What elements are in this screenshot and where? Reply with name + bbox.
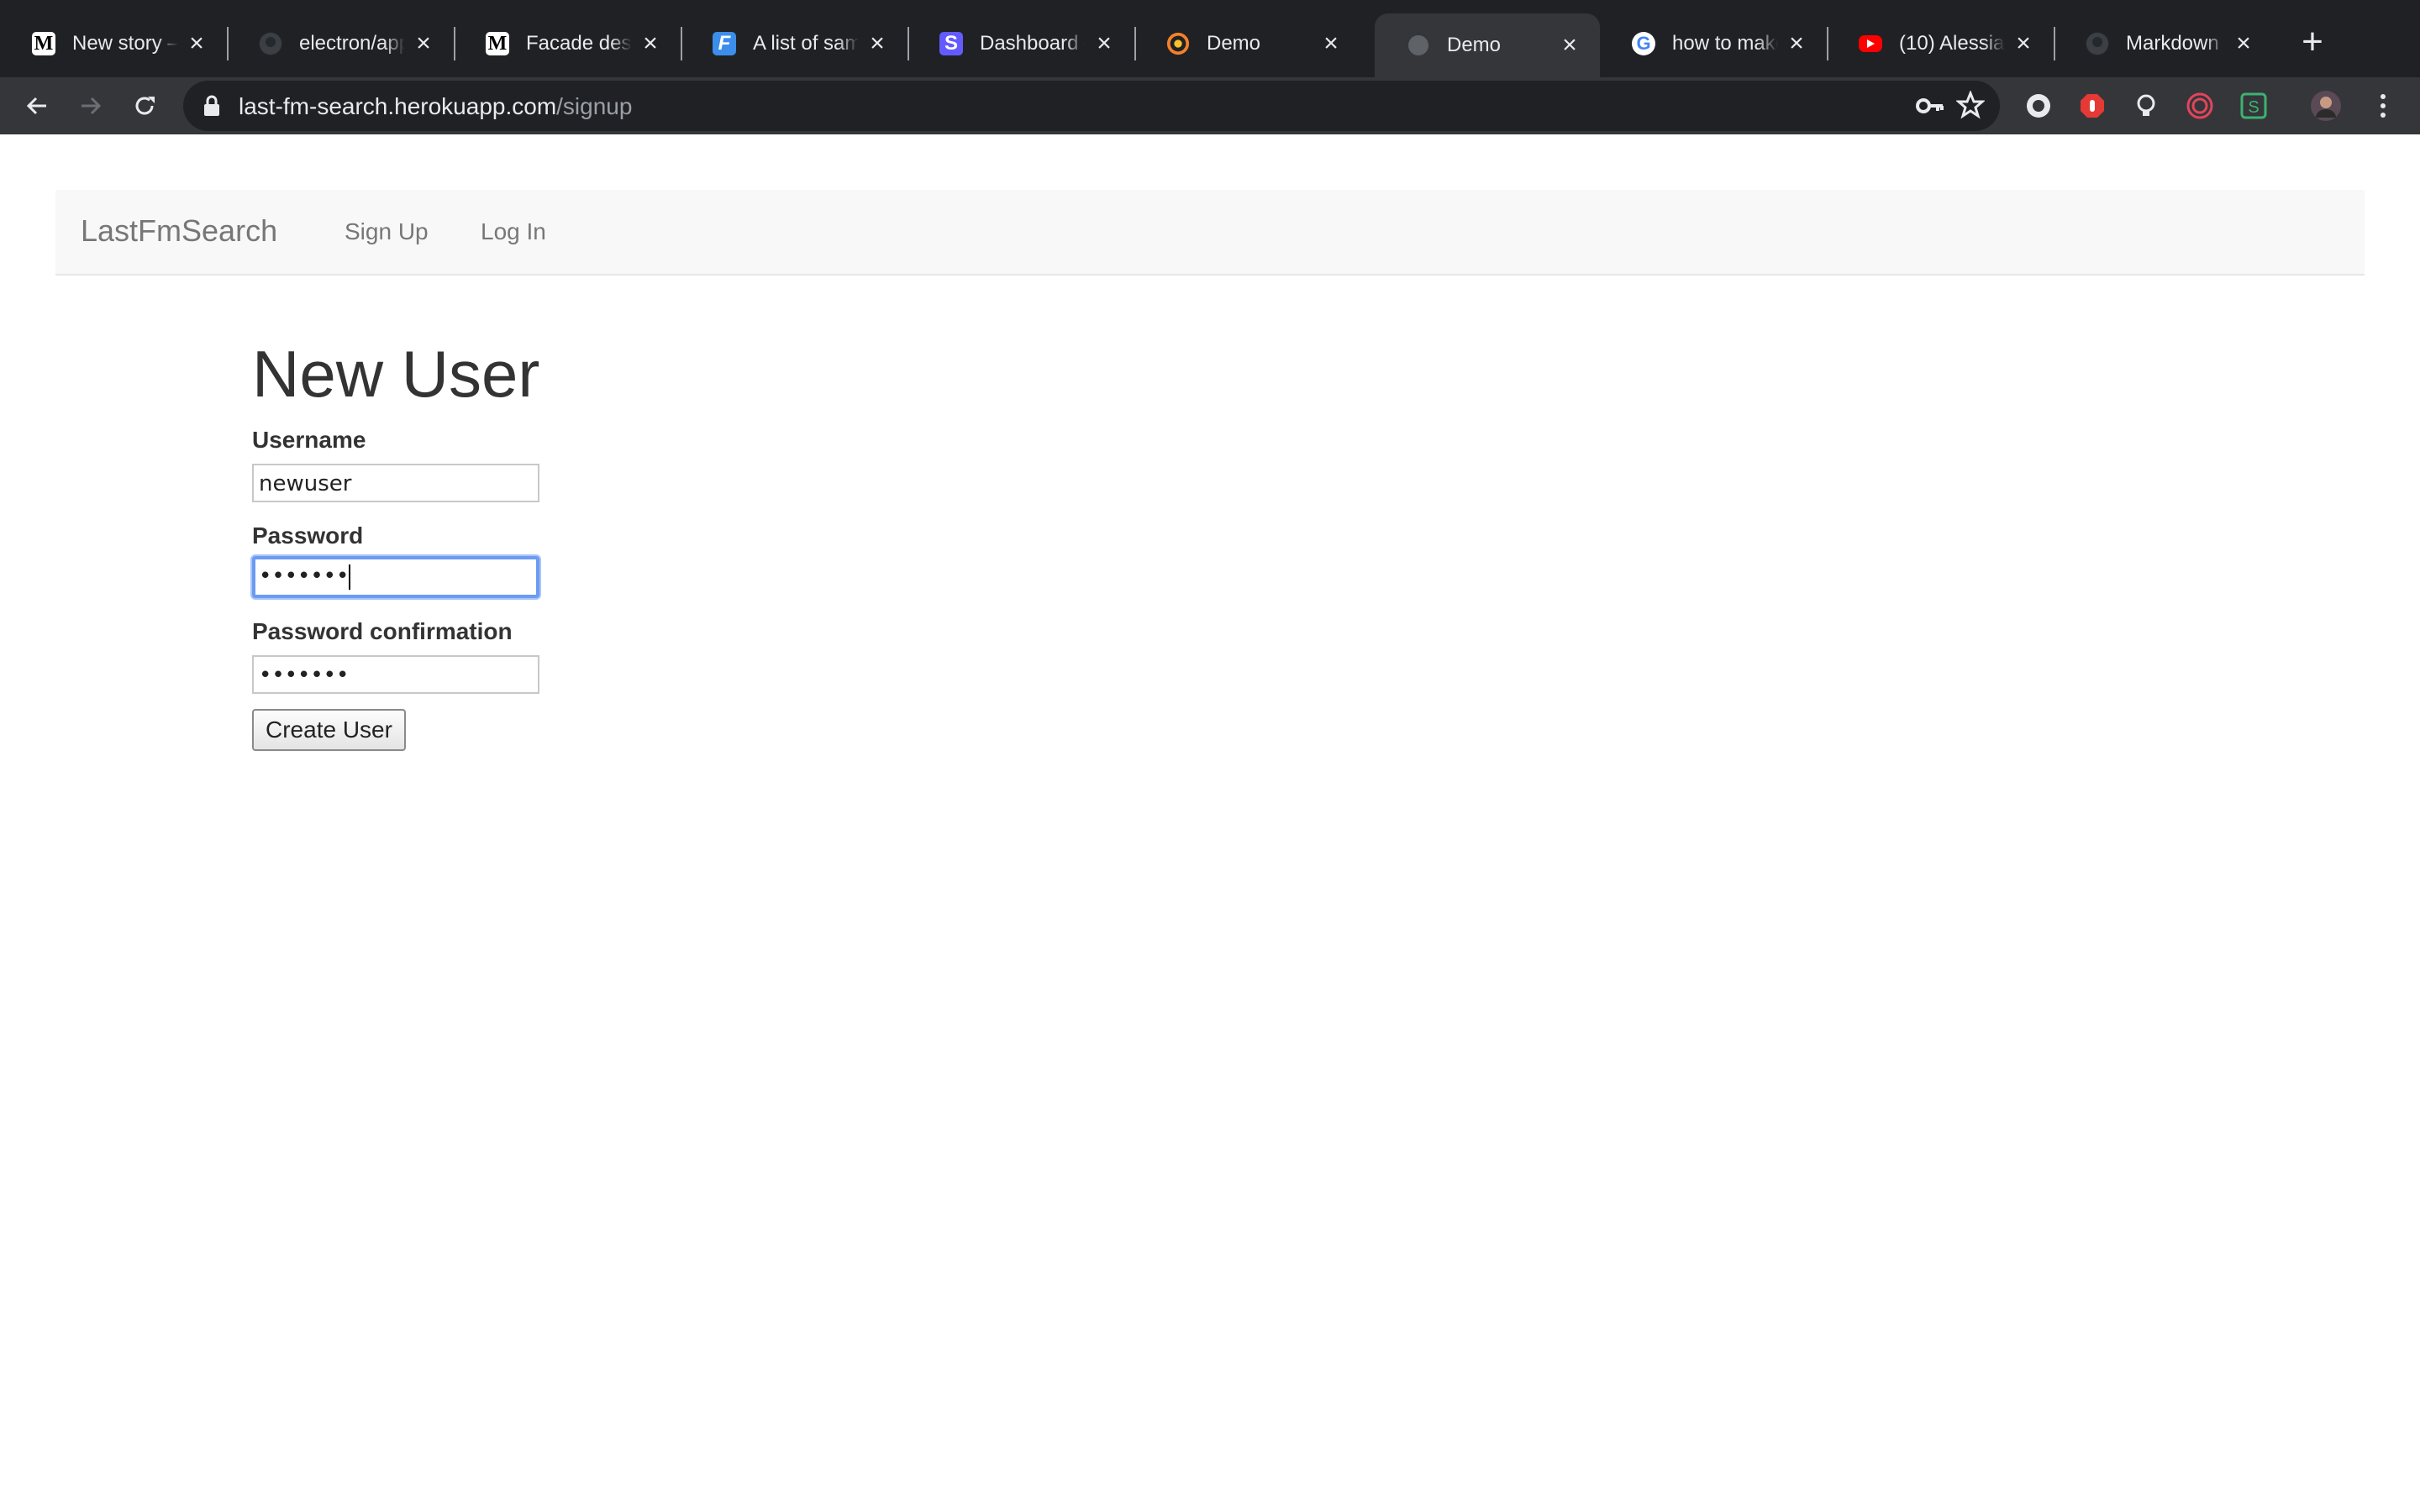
create-user-button[interactable]: Create User [252, 709, 406, 751]
tab-title: Dashboard – [980, 32, 1086, 55]
tab-title: A list of sam [753, 32, 859, 55]
password-confirmation-field[interactable]: ••••••• [252, 655, 539, 694]
adblock-icon [2081, 94, 2104, 118]
nav-link-sign-up[interactable]: Sign Up [345, 218, 429, 245]
tab-title: Demo [1207, 32, 1261, 55]
reload-button[interactable] [124, 86, 165, 126]
globe-icon [1407, 34, 1430, 57]
close-icon[interactable]: × [1092, 29, 1116, 57]
arrow-left-icon [26, 97, 46, 115]
close-icon[interactable]: × [639, 29, 662, 57]
arrow-right-icon [82, 97, 102, 115]
page-title: New User [252, 337, 540, 411]
tab-title: (10) Alessia [1899, 32, 2005, 55]
username-field[interactable]: newuser [252, 464, 539, 502]
bookmark-star-icon[interactable] [1956, 91, 1985, 119]
close-icon[interactable]: × [2012, 29, 2035, 57]
password-value: ••••••• [259, 564, 350, 589]
page-content: LastFmSearch Sign Up Log In New User Use… [0, 134, 2420, 1512]
tab-title: how to make [1672, 32, 1778, 55]
password-label: Password [252, 522, 364, 549]
browser-tab-strip: M New story – × electron/app × M Facade … [0, 0, 2420, 77]
key-icon[interactable] [1916, 92, 1944, 119]
lightbulb-icon [2137, 94, 2155, 116]
url-text: last-fm-search.herokuapp.com/signup [239, 93, 632, 120]
tab-title: Markdown C [2126, 32, 2225, 55]
address-bar[interactable]: last-fm-search.herokuapp.com/signup [183, 81, 2000, 131]
avatar-icon [2311, 91, 2341, 121]
site-navbar: LastFmSearch Sign Up Log In [55, 190, 2365, 276]
profile-avatar[interactable] [2311, 91, 2341, 121]
browser-tab[interactable]: electron/app × [227, 15, 455, 72]
reload-icon [135, 97, 155, 115]
close-icon[interactable]: × [412, 29, 435, 57]
stripe-icon: S [939, 32, 963, 55]
tab-title: Facade desig [526, 32, 632, 55]
extension-button[interactable]: S [2238, 91, 2269, 121]
close-icon[interactable]: × [2232, 29, 2255, 57]
extension-button[interactable] [2131, 91, 2161, 121]
forward-button[interactable] [71, 86, 111, 126]
text-caret [349, 564, 351, 590]
tab-title: Demo [1447, 34, 1502, 56]
medium-icon: M [32, 32, 55, 55]
chrome-menu-button[interactable] [2368, 91, 2398, 121]
browser-tab[interactable]: M Facade desig × [454, 15, 682, 72]
nav-link-log-in[interactable]: Log In [481, 218, 546, 245]
spiral-icon [2186, 92, 2213, 119]
close-icon[interactable]: × [1558, 31, 1581, 59]
tab-title: New story – [72, 32, 178, 55]
close-icon[interactable]: × [865, 29, 889, 57]
password-confirmation-label: Password confirmation [252, 618, 513, 644]
new-tab-button[interactable]: + [2292, 24, 2333, 64]
svg-text:S: S [2248, 98, 2259, 117]
browser-tab-active[interactable]: Demo × [1375, 13, 1600, 77]
extension-button[interactable] [2023, 91, 2054, 121]
tab-title: electron/app [299, 32, 405, 55]
more-vertical-icon [2381, 94, 2386, 118]
browser-tab[interactable]: Markdown C × [2054, 15, 2274, 72]
brand-link[interactable]: LastFmSearch [81, 213, 277, 249]
flow-icon: F [713, 32, 736, 55]
github-icon [259, 32, 282, 55]
close-icon[interactable]: × [1319, 29, 1343, 57]
username-label: Username [252, 427, 366, 453]
browser-tab[interactable]: G how to make × [1600, 15, 1828, 72]
browser-tab[interactable]: F A list of sam × [681, 15, 909, 72]
s-extension-icon: S [2240, 92, 2267, 119]
extension-icon [2027, 94, 2050, 118]
grafana-icon [1166, 32, 1190, 55]
medium-icon: M [486, 32, 509, 55]
browser-toolbar: last-fm-search.herokuapp.com/signup S [0, 77, 2420, 134]
url-host: last-fm-search.herokuapp.com [239, 93, 557, 119]
browser-tab[interactable]: M New story – × [0, 15, 229, 72]
url-path: /signup [556, 93, 633, 119]
browser-tab[interactable]: (10) Alessia × [1827, 15, 2055, 72]
back-button[interactable] [17, 86, 57, 126]
github-icon [2086, 32, 2109, 55]
extension-button[interactable] [2185, 91, 2215, 121]
youtube-icon [1859, 35, 1882, 52]
browser-tab[interactable]: S Dashboard – × [908, 15, 1136, 72]
password-field[interactable]: ••••••• [252, 556, 539, 598]
extension-button[interactable] [2077, 91, 2107, 121]
close-icon[interactable]: × [185, 29, 208, 57]
google-icon: G [1632, 32, 1655, 55]
lock-icon [204, 95, 219, 116]
browser-tab[interactable]: Demo × [1134, 15, 1361, 72]
close-icon[interactable]: × [1785, 29, 1808, 57]
